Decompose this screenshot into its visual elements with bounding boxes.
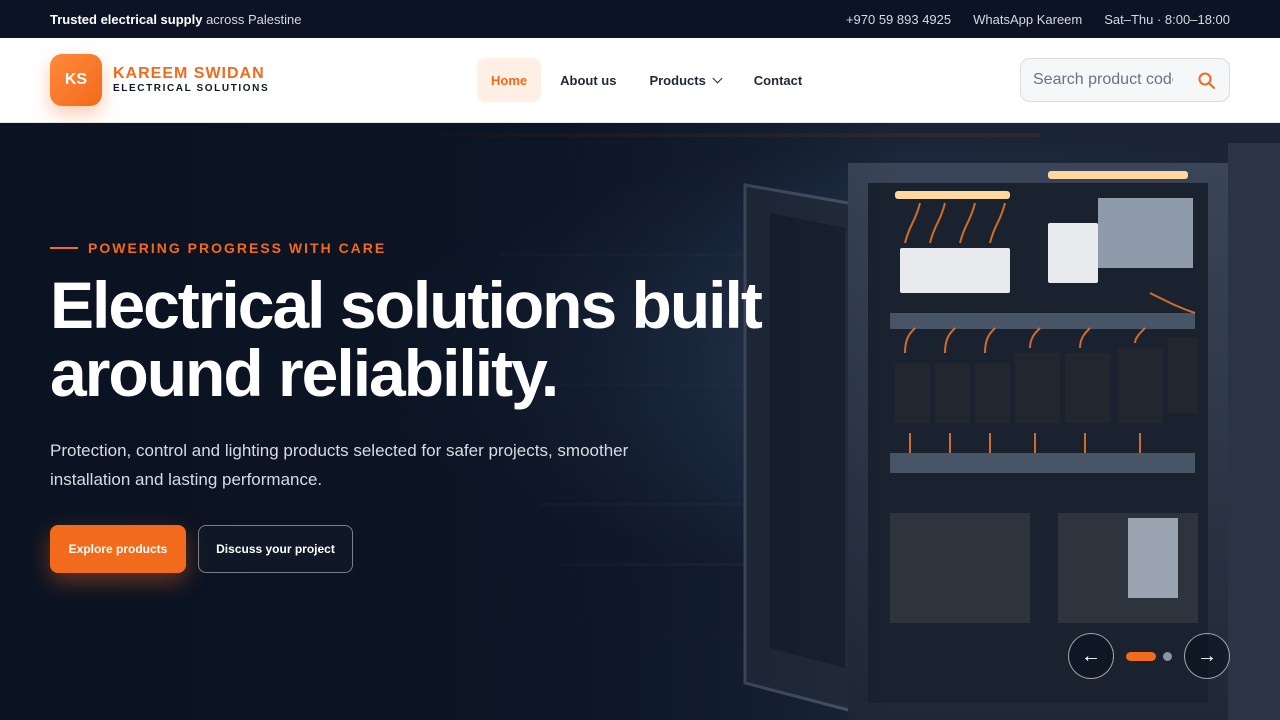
discuss-project-button[interactable]: Discuss your project xyxy=(198,525,353,573)
explore-products-button[interactable]: Explore products xyxy=(50,525,186,573)
hero-headline: Electrical solutions built around reliab… xyxy=(50,271,810,407)
hero-headline-line1: Electrical solutions built xyxy=(50,268,763,342)
slider-prev-button[interactable]: ← xyxy=(1068,633,1114,679)
nav-item-contact[interactable]: Contact xyxy=(740,58,816,102)
electrical-panel-image xyxy=(0,123,1280,720)
nav-item-about[interactable]: About us xyxy=(546,58,630,102)
slider-dot[interactable] xyxy=(1163,652,1172,661)
search-input[interactable] xyxy=(1033,71,1173,89)
hero-section: POWERING PROGRESS WITH CARE Electrical s… xyxy=(0,123,1280,720)
logo-badge[interactable]: KS xyxy=(50,54,102,106)
nav-products-label: Products xyxy=(649,72,706,88)
whatsapp-link[interactable]: WhatsApp Kareem xyxy=(973,12,1082,27)
topbar-tagline: Trusted electrical supply across Palesti… xyxy=(50,12,301,27)
topbar-contacts: +970 59 893 4925 WhatsApp Kareem Sat–Thu… xyxy=(846,12,1230,27)
nav-item-home[interactable]: Home xyxy=(477,58,542,102)
slider-next-button[interactable]: → xyxy=(1184,633,1230,679)
opening-hours: Sat–Thu · 8:00–18:00 xyxy=(1104,11,1230,27)
brand-name[interactable]: KAREEM SWIDAN xyxy=(113,65,265,83)
brand-tagline: ELECTRICAL SOLUTIONS xyxy=(113,83,270,94)
topbar-tagline-rest: across Palestine xyxy=(202,11,302,27)
nav-about-label: About us xyxy=(560,72,617,88)
search-box xyxy=(1020,58,1230,102)
phone-link[interactable]: +970 59 893 4925 xyxy=(846,12,951,27)
hero-headline-line2: around reliability. xyxy=(50,336,559,410)
hero-subtext: Protection, control and lighting product… xyxy=(50,441,629,489)
nav-home-label: Home xyxy=(491,72,528,88)
main-nav: Home About us Products Contact xyxy=(477,58,816,102)
nav-contact-label: Contact xyxy=(753,72,803,88)
arrow-right-icon: → xyxy=(1197,644,1217,667)
eyebrow-line xyxy=(50,247,78,249)
chevron-down-icon xyxy=(712,73,723,83)
hero-eyebrow-text: POWERING PROGRESS WITH CARE xyxy=(88,240,387,256)
top-info-bar: Trusted electrical supply across Palesti… xyxy=(0,0,1280,38)
site-header: KS KAREEM SWIDAN ELECTRICAL SOLUTIONS Ho… xyxy=(0,38,1280,123)
hero-eyebrow: POWERING PROGRESS WITH CARE xyxy=(50,240,386,256)
search-icon[interactable] xyxy=(1197,71,1217,91)
slider-dot-active[interactable] xyxy=(1126,652,1156,661)
arrow-left-icon: ← xyxy=(1081,644,1101,667)
topbar-tagline-bold: Trusted electrical supply xyxy=(50,11,203,27)
nav-item-products[interactable]: Products xyxy=(635,58,734,102)
